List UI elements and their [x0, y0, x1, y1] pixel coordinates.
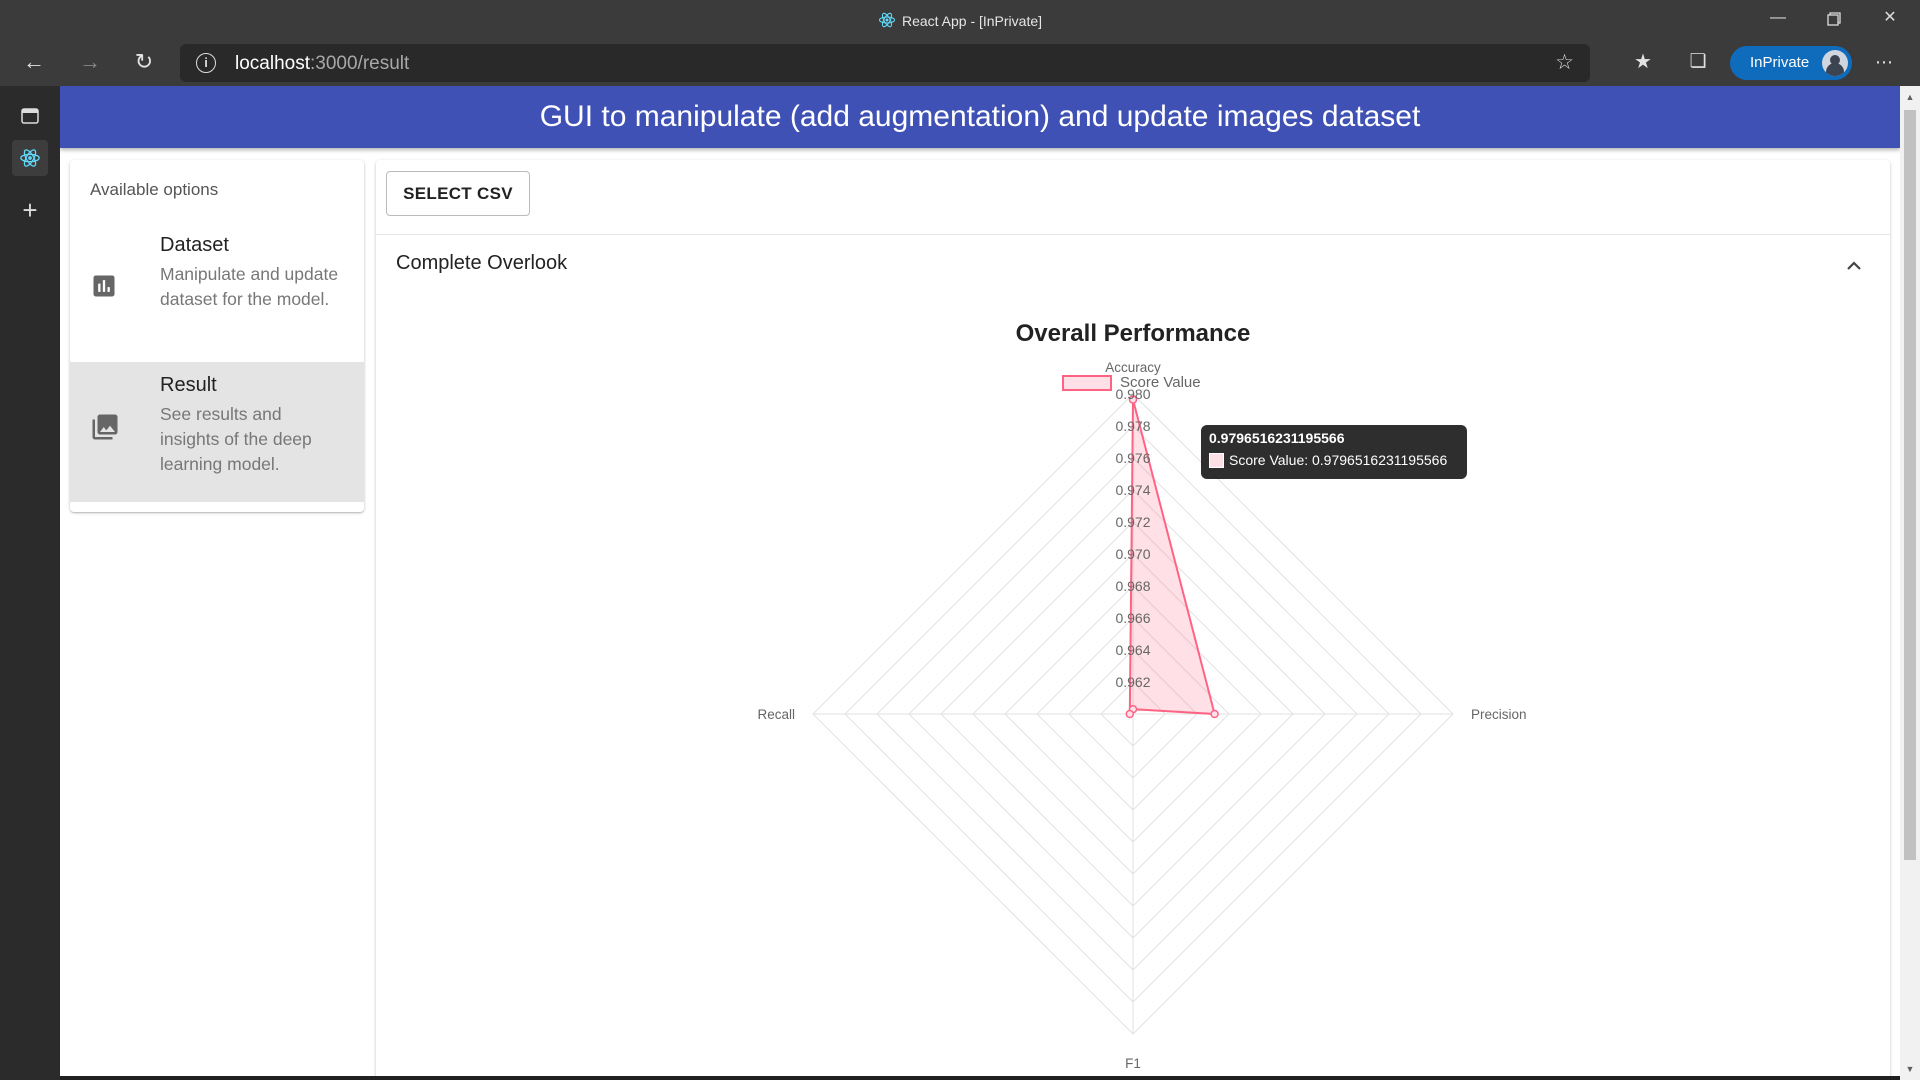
new-tab-icon[interactable]: + — [12, 192, 48, 228]
bar-chart-icon — [90, 272, 118, 300]
tab-actions-icon[interactable] — [12, 98, 48, 134]
point-label: Recall — [757, 707, 795, 722]
favorites-icon[interactable]: ★ — [1625, 46, 1661, 80]
page-scrollbar[interactable]: ▲ ▼ — [1900, 86, 1920, 1080]
minimize-icon[interactable]: — — [1750, 0, 1806, 38]
collections-icon[interactable]: ❏ — [1680, 46, 1716, 80]
scrollbar-thumb[interactable] — [1904, 110, 1916, 860]
sidebar-item-title: Dataset — [160, 234, 229, 256]
tick-label: 0.976 — [1115, 450, 1150, 466]
sidebar-item-result[interactable]: Result See results and insights of the d… — [70, 362, 364, 502]
url-path: :3000/result — [310, 53, 410, 74]
forward-icon[interactable]: → — [72, 46, 108, 80]
window-title-text: React App - [InPrivate] — [901, 13, 1043, 29]
photo-library-icon — [90, 412, 118, 440]
window-title: React App - [InPrivate] — [0, 11, 1920, 32]
tooltip-title: 0.9796516231195566 — [1209, 430, 1345, 446]
tick-label: 0.964 — [1115, 642, 1150, 658]
url-host: localhost — [235, 53, 310, 74]
sidebar-subheader: Available options — [90, 180, 219, 199]
browser-title-bar: React App - [InPrivate] — ✕ — [0, 0, 1920, 40]
point-label: Accuracy — [1105, 360, 1161, 375]
tick-label: 0.966 — [1115, 610, 1150, 626]
app-title: GUI to manipulate (add augmentation) and… — [539, 100, 1421, 133]
tick-label: 0.962 — [1115, 674, 1150, 690]
react-tab-icon[interactable] — [12, 140, 48, 176]
tick-label: 0.968 — [1115, 578, 1150, 594]
tooltip-color-box — [1209, 453, 1224, 468]
data-point[interactable] — [1210, 709, 1219, 719]
info-icon[interactable]: i — [196, 53, 216, 73]
browser-toolbar: ← → ↻ i localhost:3000/result ☆ ★ ❏ InPr… — [0, 40, 1920, 86]
inprivate-label: InPrivate — [1750, 54, 1810, 71]
inprivate-button[interactable]: InPrivate — [1730, 46, 1852, 80]
tick-label: 0.978 — [1115, 418, 1150, 434]
scroll-down-icon[interactable]: ▼ — [1900, 1064, 1920, 1074]
radar-chart: 0.962 0.964 0.966 0.968 0.970 0.972 0.974 0.976… — [757, 360, 1527, 1071]
more-icon[interactable]: ⋯ — [1866, 46, 1902, 80]
tick-label: 0.974 — [1115, 482, 1150, 498]
tick-label: 0.980 — [1115, 386, 1150, 402]
restore-icon[interactable] — [1806, 0, 1862, 38]
close-icon[interactable]: ✕ — [1862, 0, 1918, 38]
add-favorite-icon[interactable]: ☆ — [1555, 50, 1574, 75]
address-bar[interactable]: i localhost:3000/result ☆ — [180, 44, 1590, 82]
tooltip-body: Score Value: 0.9796516231195566 — [1229, 452, 1448, 468]
web-page: GUI to manipulate (add augmentation) and… — [60, 86, 1900, 1076]
tick-label: 0.972 — [1115, 514, 1150, 530]
refresh-icon[interactable]: ↻ — [126, 46, 162, 80]
options-sidebar: Available options Dataset Manipulate and… — [70, 160, 364, 512]
sidebar-item-description: See results and insights of the deep lea… — [160, 404, 312, 474]
chart-tooltip: 0.9796516231195566 Score Value: 0.979651… — [1201, 425, 1467, 479]
react-logo-icon — [878, 11, 896, 32]
back-icon[interactable]: ← — [16, 46, 52, 80]
avatar — [1822, 50, 1848, 76]
point-label: F1 — [1125, 1056, 1141, 1071]
sidebar-item-dataset[interactable]: Dataset Manipulate and update dataset fo… — [70, 222, 364, 362]
data-point[interactable] — [1125, 709, 1135, 719]
sidebar-item-title: Result — [160, 374, 217, 396]
scroll-up-icon[interactable]: ▲ — [1900, 92, 1920, 102]
url-text[interactable]: localhost:3000/result — [235, 53, 409, 75]
sidebar-item-description: Manipulate and update dataset for the mo… — [160, 264, 339, 309]
tick-label: 0.970 — [1115, 546, 1150, 562]
app-bar: GUI to manipulate (add augmentation) and… — [60, 86, 1900, 148]
main-panel: SELECT CSV Complete Overlook Overall Per… — [376, 160, 1890, 1076]
vertical-tab-strip: + — [0, 86, 60, 1080]
point-label: Precision — [1471, 707, 1527, 722]
